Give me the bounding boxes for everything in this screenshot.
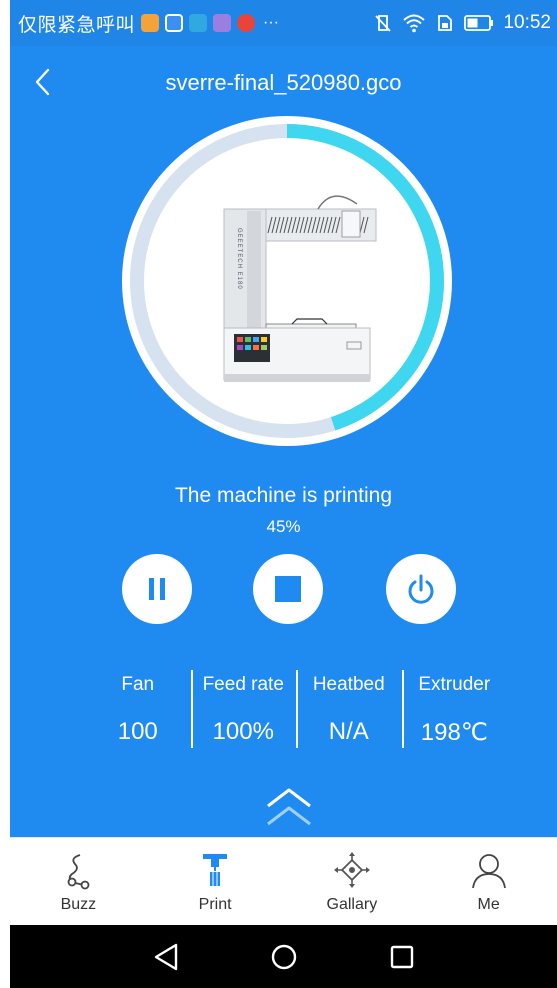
vibrate-off-icon xyxy=(375,15,392,32)
system-nav-bar xyxy=(10,925,557,988)
nav-home-button[interactable] xyxy=(266,939,302,975)
carrier-text: 仅限紧急呼叫 xyxy=(18,14,136,36)
tab-gallary[interactable]: Gallary xyxy=(284,838,421,926)
app-notification-icon xyxy=(213,14,232,32)
clock-time: 10:52 xyxy=(503,12,551,33)
pause-icon xyxy=(149,578,165,600)
tab-label: Print xyxy=(198,896,232,913)
print-status-text: The machine is printing xyxy=(174,484,393,507)
app-window: 仅限紧急呼叫 ··· 10:52 sverre-final_520980.gco… xyxy=(10,0,557,988)
stat-value: 100 xyxy=(117,718,158,745)
battery-icon xyxy=(464,15,494,31)
power-icon xyxy=(408,574,434,604)
tab-label: Buzz xyxy=(60,896,97,913)
buzz-icon xyxy=(58,850,98,890)
print-icon xyxy=(195,850,235,890)
stop-button[interactable] xyxy=(253,554,323,624)
app-notification-icon xyxy=(237,14,256,32)
ring-outer-disc xyxy=(122,116,452,446)
nav-recents-button[interactable] xyxy=(384,939,420,975)
stat-fan: Fan 100 xyxy=(85,668,191,750)
printer-stats: Fan 100 Feed rate 100% Heatbed N/A Extru… xyxy=(85,668,507,750)
stat-heatbed: Heatbed N/A xyxy=(296,668,402,750)
stat-value: 100% xyxy=(212,718,274,745)
stat-label: Feed rate xyxy=(202,674,284,695)
progress-ring: GEEETECH E180 xyxy=(122,116,452,446)
stat-label: Fan xyxy=(121,674,155,695)
tab-print[interactable]: Print xyxy=(147,838,284,926)
stat-value: N/A xyxy=(328,718,369,745)
expand-panel-button[interactable] xyxy=(264,786,314,830)
tab-me[interactable]: Me xyxy=(420,838,557,926)
app-notification-icon xyxy=(189,14,208,32)
triangle-back-icon xyxy=(154,943,177,970)
status-right: 10:52 xyxy=(373,12,557,34)
tab-label: Me xyxy=(477,896,500,913)
square-recents-icon xyxy=(390,945,413,968)
circle-home-icon xyxy=(271,944,296,969)
stat-value: 198℃ xyxy=(420,719,488,746)
stat-extruder: Extruder 198℃ xyxy=(401,668,508,750)
file-name-title: sverre-final_520980.gco xyxy=(165,70,402,95)
me-icon xyxy=(469,850,509,890)
frame-border xyxy=(0,0,10,988)
tab-label: Gallary xyxy=(326,896,378,913)
gallary-icon xyxy=(332,850,372,890)
power-button[interactable] xyxy=(386,554,456,624)
pause-button[interactable] xyxy=(122,554,192,624)
app-notification-icon xyxy=(141,14,160,32)
stop-icon xyxy=(275,576,301,602)
status-bar: 仅限紧急呼叫 ··· 10:52 xyxy=(10,0,557,46)
progress-percentage: 45% xyxy=(266,517,301,536)
double-chevron-up-icon xyxy=(267,788,311,826)
bottom-tab-bar: Buzz Print Gallary Me xyxy=(10,837,557,926)
nav-back-button[interactable] xyxy=(148,939,184,975)
sim-icon xyxy=(438,15,453,31)
stat-label: Heatbed xyxy=(312,674,385,695)
printer-brand-label: GEEETECH E180 xyxy=(236,228,242,290)
app-notification-icon xyxy=(165,14,184,32)
tab-buzz[interactable]: Buzz xyxy=(10,838,147,926)
stat-feed-rate: Feed rate 100% xyxy=(190,668,297,750)
print-status-panel: sverre-final_520980.gco GEEETECH E180 Th… xyxy=(10,46,557,837)
stat-label: Extruder xyxy=(418,674,491,695)
more-notifications-icon: ··· xyxy=(263,14,279,31)
wifi-icon xyxy=(403,14,426,33)
status-left: 仅限紧急呼叫 ··· xyxy=(10,10,279,37)
